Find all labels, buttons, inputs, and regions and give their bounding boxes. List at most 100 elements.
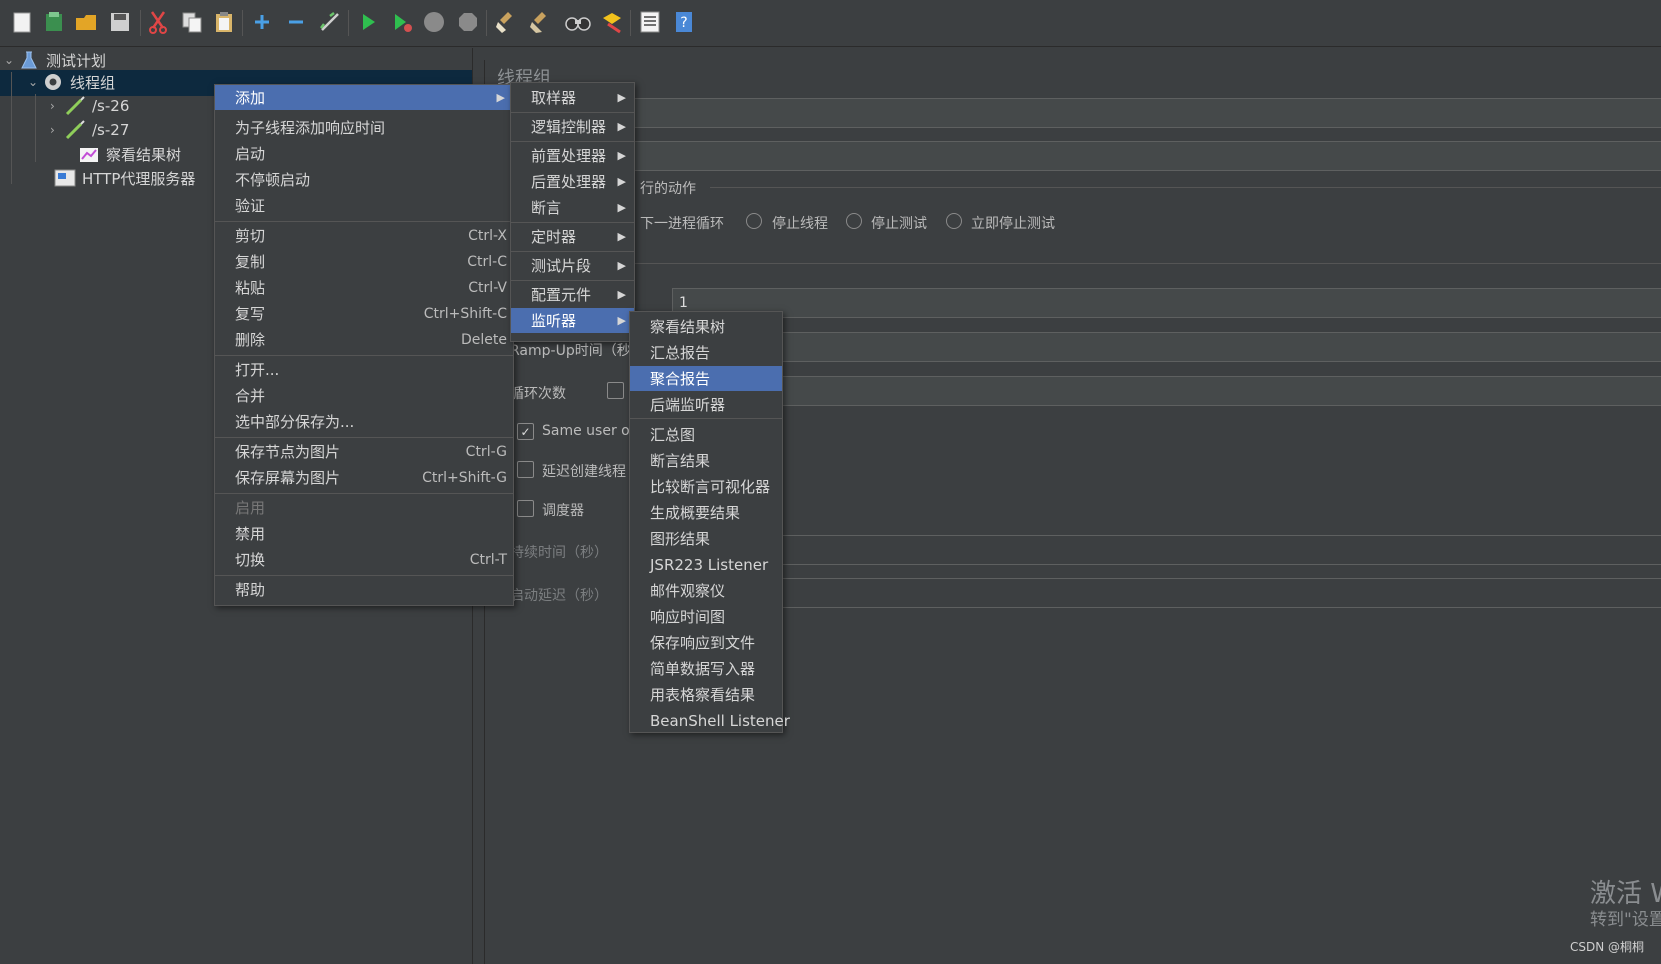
new-icon[interactable] xyxy=(8,8,36,36)
clear-icon[interactable] xyxy=(492,8,520,36)
menu-item-listener[interactable]: 监听器 ▶ xyxy=(511,308,634,333)
menu-item-jsr223-listener[interactable]: JSR223 Listener xyxy=(630,552,782,577)
menu-item-logic-controller[interactable]: 逻辑控制器 ▶ xyxy=(511,114,634,139)
radio-stop-thread[interactable] xyxy=(746,213,762,229)
menu-item-open[interactable]: 打开... xyxy=(215,357,513,382)
menu-item-save-screen-image[interactable]: 保存屏幕为图片 Ctrl+Shift-G xyxy=(215,465,513,490)
save-icon[interactable] xyxy=(106,8,134,36)
scheduler-checkbox[interactable] xyxy=(517,500,534,517)
clear-all-icon[interactable] xyxy=(526,8,554,36)
menu-item-aggregate-report[interactable]: 聚合报告 xyxy=(630,366,782,391)
tree-item-http-proxy[interactable]: HTTP代理服务器 xyxy=(40,166,195,190)
reset-search-icon[interactable] xyxy=(598,8,626,36)
menu-item-post-processor[interactable]: 后置处理器 ▶ xyxy=(511,169,634,194)
infinite-loop-checkbox[interactable] xyxy=(607,382,624,399)
chevron-right-icon: ▶ xyxy=(617,259,626,272)
toggle-icon[interactable] xyxy=(316,8,344,36)
cut-icon[interactable] xyxy=(144,8,172,36)
menu-item-graph-results[interactable]: 图形结果 xyxy=(630,526,782,551)
menu-item-timer[interactable]: 定时器 ▶ xyxy=(511,224,634,249)
menu-item-view-results-tree[interactable]: 察看结果树 xyxy=(630,314,782,339)
menu-item-pre-processor[interactable]: 前置处理器 ▶ xyxy=(511,143,634,168)
tree-item-thread-group[interactable]: ⌄ 线程组 xyxy=(28,70,115,94)
delay-create-label: 延迟创建线程 xyxy=(542,464,626,480)
tree-item-view-results-tree[interactable]: 察看结果树 xyxy=(64,142,181,166)
help-icon[interactable]: ? xyxy=(670,8,698,36)
menu-item-response-time-graph[interactable]: 响应时间图 xyxy=(630,604,782,629)
menu-item-save-responses[interactable]: 保存响应到文件 xyxy=(630,630,782,655)
chevron-right-icon: ▶ xyxy=(617,175,626,188)
start-no-pause-icon[interactable] xyxy=(388,8,416,36)
open-icon[interactable] xyxy=(72,8,100,36)
loop-count-field[interactable] xyxy=(780,376,1661,406)
radio-stop-test-now[interactable] xyxy=(946,213,962,229)
menu-item-add-response-time[interactable]: 为子线程添加响应时间 xyxy=(215,115,513,140)
menu-item-copy[interactable]: 复制 Ctrl-C xyxy=(215,249,513,274)
menu-item-save-node-image[interactable]: 保存节点为图片 Ctrl-G xyxy=(215,439,513,464)
menu-item-validate[interactable]: 验证 xyxy=(215,193,513,218)
menu-item-beanshell-listener[interactable]: BeanShell Listener xyxy=(630,708,790,733)
menu-separator xyxy=(215,575,513,576)
stop-icon[interactable] xyxy=(420,8,448,36)
chevron-down-icon[interactable]: ⌄ xyxy=(28,75,42,89)
gear-icon xyxy=(42,71,64,93)
tree-item-s27[interactable]: › /s-27 xyxy=(50,118,129,142)
chevron-right-icon[interactable]: › xyxy=(50,99,64,113)
menu-item-start[interactable]: 启动 xyxy=(215,141,513,166)
sampler-pen-icon xyxy=(64,119,86,141)
search-icon[interactable] xyxy=(564,8,592,36)
chevron-right-icon[interactable]: › xyxy=(50,123,64,137)
chevron-down-icon[interactable]: ⌄ xyxy=(4,53,18,67)
menu-item-start-no-pause[interactable]: 不停顿启动 xyxy=(215,167,513,192)
templates-icon[interactable] xyxy=(40,8,68,36)
menu-item-delete[interactable]: 删除 Delete xyxy=(215,327,513,352)
collapse-icon[interactable] xyxy=(282,8,310,36)
menu-item-assertion-results[interactable]: 断言结果 xyxy=(630,448,782,473)
startup-delay-field[interactable] xyxy=(780,578,1661,608)
menu-item-aggregate-graph[interactable]: 汇总图 xyxy=(630,422,782,447)
function-helper-icon[interactable] xyxy=(636,8,664,36)
paste-icon[interactable] xyxy=(210,8,238,36)
menu-item-comparison-visualizer[interactable]: 比较断言可视化器 xyxy=(630,474,782,499)
menu-item-mailer-visualizer[interactable]: 邮件观察仪 xyxy=(630,578,782,603)
menu-item-summary-report[interactable]: 汇总报告 xyxy=(630,340,782,365)
menu-separator xyxy=(215,493,513,494)
menu-item-help[interactable]: 帮助 xyxy=(215,577,513,602)
name-field[interactable] xyxy=(508,98,1661,128)
menu-separator xyxy=(630,418,782,419)
tree-item-test-plan[interactable]: ⌄ 测试计划 xyxy=(4,48,106,72)
menu-item-generate-summary[interactable]: 生成概要结果 xyxy=(630,500,782,525)
ramp-up-field[interactable] xyxy=(780,332,1661,362)
menu-item-cut[interactable]: 剪切 Ctrl-X xyxy=(215,223,513,248)
menu-item-disable[interactable]: 禁用 xyxy=(215,521,513,546)
delay-create-checkbox[interactable] xyxy=(517,461,534,478)
menu-item-backend-listener[interactable]: 后端监听器 xyxy=(630,392,782,417)
menu-item-paste[interactable]: 粘贴 Ctrl-V xyxy=(215,275,513,300)
menu-separator xyxy=(215,437,513,438)
menu-item-save-selection[interactable]: 选中部分保存为... xyxy=(215,409,513,434)
tree-item-s26[interactable]: › /s-26 xyxy=(50,94,129,118)
duration-field[interactable] xyxy=(780,535,1661,565)
menu-item-view-results-table[interactable]: 用表格察看结果 xyxy=(630,682,782,707)
menu-item-config-element[interactable]: 配置元件 ▶ xyxy=(511,282,634,307)
comment-field[interactable] xyxy=(508,141,1661,171)
menu-item-sampler[interactable]: 取样器 ▶ xyxy=(511,85,634,110)
menu-item-simple-data-writer[interactable]: 简单数据写入器 xyxy=(630,656,782,681)
tree-guide-line xyxy=(11,72,12,184)
same-user-checkbox[interactable]: ✓ xyxy=(517,423,534,440)
menu-item-test-fragment[interactable]: 测试片段 ▶ xyxy=(511,253,634,278)
menu-item-add[interactable]: 添加 ▶ xyxy=(215,85,513,110)
thread-count-field[interactable]: 1 xyxy=(672,288,1661,318)
start-icon[interactable] xyxy=(354,8,382,36)
copy-icon[interactable] xyxy=(178,8,206,36)
menu-item-assertion[interactable]: 断言 ▶ xyxy=(511,195,634,220)
menu-item-duplicate[interactable]: 复写 Ctrl+Shift-C xyxy=(215,301,513,326)
chevron-right-icon: ▶ xyxy=(617,120,626,133)
expand-icon[interactable] xyxy=(248,8,276,36)
shutdown-icon[interactable] xyxy=(454,8,482,36)
radio-stop-test[interactable] xyxy=(846,213,862,229)
radio-label-stop-test-now: 立即停止测试 xyxy=(971,216,1055,232)
credit-text: CSDN @桐桐 xyxy=(1570,940,1645,954)
menu-item-merge[interactable]: 合并 xyxy=(215,383,513,408)
menu-item-toggle[interactable]: 切换 Ctrl-T xyxy=(215,547,513,572)
